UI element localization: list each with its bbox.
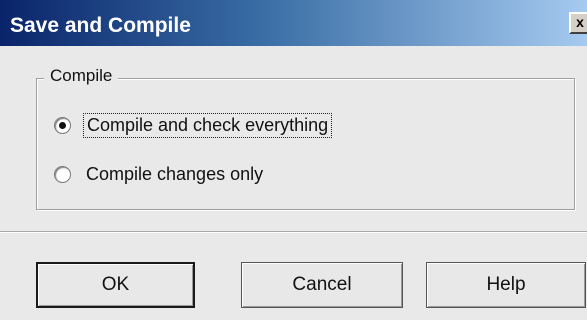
radio-button-selected[interactable] (54, 116, 71, 134)
ok-button[interactable]: OK (36, 262, 195, 308)
option-label-compile-changes[interactable]: Compile changes only (83, 163, 266, 186)
compile-groupbox (36, 78, 575, 210)
close-button[interactable]: x (569, 12, 587, 34)
radio-compile-changes[interactable]: Compile changes only (54, 161, 266, 187)
radio-button-unselected[interactable] (54, 165, 71, 183)
help-button[interactable]: Help (426, 262, 586, 308)
radio-compile-everything[interactable]: Compile and check everything (54, 112, 333, 138)
separator (0, 231, 587, 233)
window-title: Save and Compile (10, 14, 191, 37)
close-icon: x (576, 14, 584, 30)
cancel-button[interactable]: Cancel (241, 262, 403, 308)
dialog-body: Compile Compile and check everything Com… (0, 46, 587, 320)
option-label-compile-everything[interactable]: Compile and check everything (83, 112, 333, 138)
radio-dot-icon (59, 121, 66, 129)
title-bar: Save and Compile x (0, 0, 587, 46)
groupbox-label: Compile (44, 66, 119, 86)
